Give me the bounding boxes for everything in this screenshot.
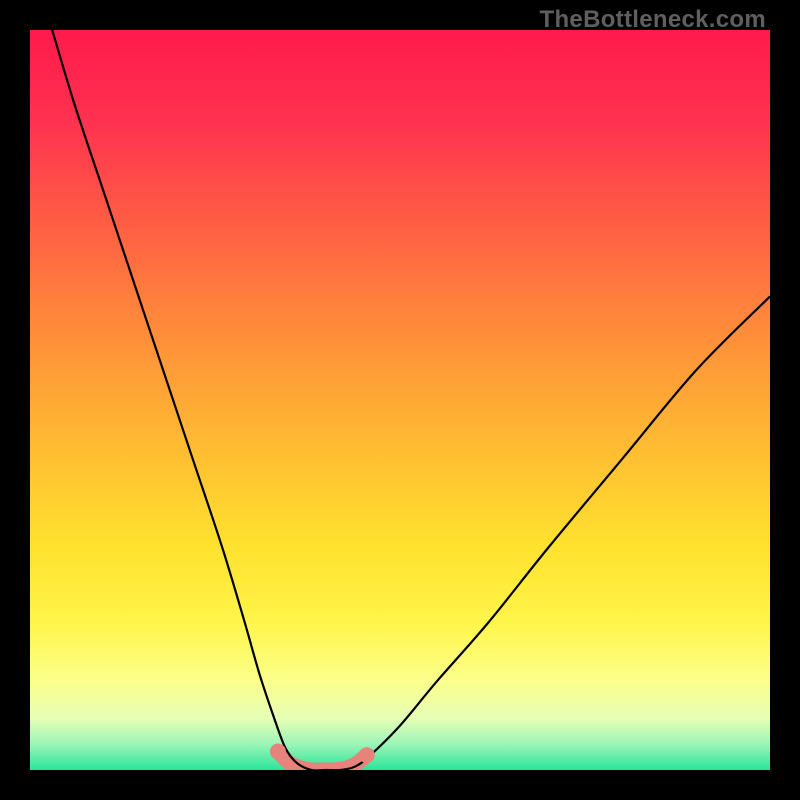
stage: TheBottleneck.com bbox=[0, 0, 800, 800]
gradient-background bbox=[30, 30, 770, 770]
plot-area bbox=[30, 30, 770, 770]
gradient-rect bbox=[30, 30, 770, 770]
